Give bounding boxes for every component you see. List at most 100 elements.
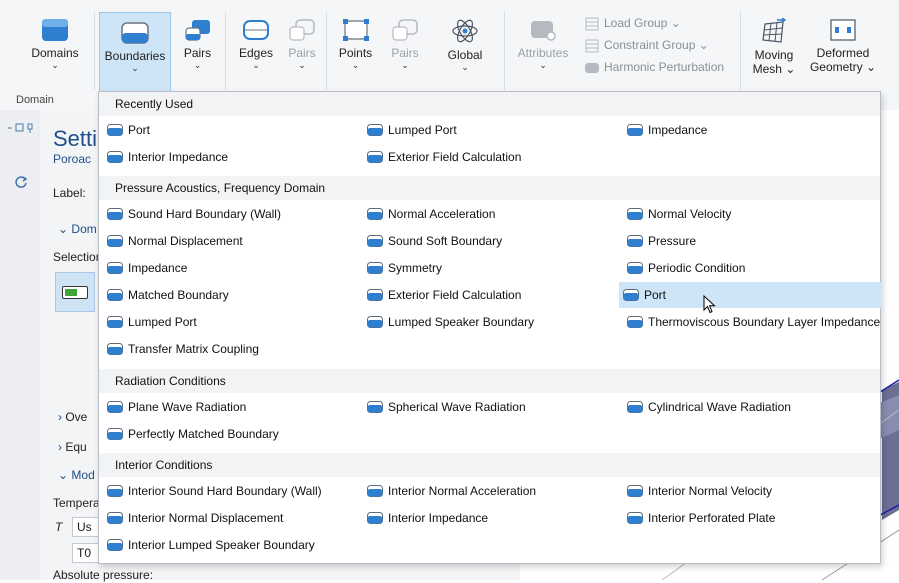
menu-item-interior-normal-acceleration[interactable]: Interior Normal Acceleration xyxy=(363,478,617,504)
chevron-down-icon: ⌄ xyxy=(131,63,139,73)
menu-item-interior-impedance[interactable]: Interior Impedance xyxy=(103,144,357,170)
section-header-label: Interior Conditions xyxy=(115,458,213,472)
menu-item-label: Interior Lumped Speaker Boundary xyxy=(128,538,315,552)
mouse-cursor-icon xyxy=(703,295,716,314)
moving-mesh-button[interactable]: Moving Mesh ⌄ xyxy=(746,10,802,90)
menu-item-label: Periodic Condition xyxy=(648,261,746,275)
menu-item-cylindrical-wave-radiation[interactable]: Cylindrical Wave Radiation xyxy=(623,394,880,420)
deformed-geometry-icon xyxy=(830,19,856,41)
menu-item-label: Exterior Field Calculation xyxy=(388,150,522,164)
menu-item-label: Lumped Port xyxy=(128,315,197,329)
menu-item-normal-displacement[interactable]: Normal Displacement xyxy=(103,228,357,254)
edge-pairs-icon xyxy=(289,19,315,41)
domains-button[interactable]: Domains ⌄ xyxy=(20,10,90,90)
settings-subtitle: Poroac xyxy=(53,152,92,166)
menu-item-interior-normal-velocity[interactable]: Interior Normal Velocity xyxy=(623,478,880,504)
menu-item-lumped-port[interactable]: Lumped Port xyxy=(363,117,617,143)
chevron-right-icon: › xyxy=(58,440,62,454)
menu-item-perfectly-matched-boundary[interactable]: Perfectly Matched Boundary xyxy=(103,421,357,447)
menu-item-exterior-field-calculation[interactable]: Exterior Field Calculation xyxy=(363,282,617,308)
menu-item-interior-sound-hard-boundary-wall[interactable]: Interior Sound Hard Boundary (Wall) xyxy=(103,478,357,504)
deformed-geometry-button[interactable]: Deformed Geometry ⌄ xyxy=(808,10,878,90)
boundary-pairs-button[interactable]: Pairs ⌄ xyxy=(175,10,220,90)
override-section-header[interactable]: › Ove xyxy=(58,410,87,424)
menu-item-normal-acceleration[interactable]: Normal Acceleration xyxy=(363,201,617,227)
chevron-down-icon: ⌄ xyxy=(865,60,877,74)
refresh-icon[interactable] xyxy=(14,175,28,189)
menu-item-plane-wave-radiation[interactable]: Plane Wave Radiation xyxy=(103,394,357,420)
menu-item-impedance[interactable]: Impedance xyxy=(103,255,357,281)
menu-item-label: Interior Normal Acceleration xyxy=(388,484,537,498)
temperature-caption: Tempera xyxy=(53,496,100,510)
domain-section-header[interactable]: ⌄ Dom xyxy=(58,222,97,236)
menu-item-thermoviscous-boundary-layer-impedance[interactable]: Thermoviscous Boundary Layer Impedance xyxy=(623,309,880,335)
equation-section-header[interactable]: › Equ xyxy=(58,440,87,454)
load-group-icon xyxy=(585,17,599,31)
chevron-down-icon: ⌄ xyxy=(51,60,59,70)
chevron-down-icon: ⌄ xyxy=(698,38,709,52)
menu-item-interior-lumped-speaker-boundary[interactable]: Interior Lumped Speaker Boundary xyxy=(103,532,357,558)
menu-item-transfer-matrix-coupling[interactable]: Transfer Matrix Coupling xyxy=(103,336,357,362)
points-icon xyxy=(342,19,369,41)
pairs-label: Pairs xyxy=(288,46,316,60)
load-group-button[interactable]: Load Group ⌄ xyxy=(585,12,735,34)
section-header-pressure-acoustics: Pressure Acoustics, Frequency Domain xyxy=(99,176,880,200)
menu-item-sound-hard-boundary-wall[interactable]: Sound Hard Boundary (Wall) xyxy=(103,201,357,227)
menu-item-label: Sound Soft Boundary xyxy=(388,234,503,248)
menu-item-interior-normal-displacement[interactable]: Interior Normal Displacement xyxy=(103,505,357,531)
global-button[interactable]: Global ⌄ xyxy=(440,10,490,90)
section-header-label: Recently Used xyxy=(115,97,194,111)
boundary-feature-icon xyxy=(367,262,383,274)
boundary-feature-icon xyxy=(627,262,643,274)
boundary-feature-icon xyxy=(367,208,383,220)
boundary-feature-icon xyxy=(107,485,123,497)
menu-item-label: Interior Normal Velocity xyxy=(648,484,773,498)
chevron-down-icon: ⌄ xyxy=(461,62,469,72)
chevron-down-icon: ⌄ xyxy=(298,60,306,70)
group-commands-list: Load Group ⌄ Constraint Group ⌄ Harmonic… xyxy=(585,12,735,78)
pin-icon[interactable] xyxy=(6,122,36,134)
point-pairs-icon xyxy=(392,19,418,41)
model-section-header[interactable]: ⌄ Mod xyxy=(58,468,95,482)
menu-item-symmetry[interactable]: Symmetry xyxy=(363,255,617,281)
menu-item-interior-impedance[interactable]: Interior Impedance xyxy=(363,505,617,531)
edges-button[interactable]: Edges ⌄ xyxy=(232,10,280,90)
global-label: Global xyxy=(447,48,483,62)
attributes-button[interactable]: Attributes ⌄ xyxy=(512,10,574,90)
menu-item-normal-velocity[interactable]: Normal Velocity xyxy=(623,201,880,227)
boundary-feature-icon xyxy=(367,485,383,497)
pairs-label: Pairs xyxy=(183,46,212,60)
menu-item-spherical-wave-radiation[interactable]: Spherical Wave Radiation xyxy=(363,394,617,420)
menu-item-port[interactable]: Port xyxy=(103,117,357,143)
model-label: Mod xyxy=(71,468,95,482)
ribbon-separator xyxy=(740,12,741,90)
points-button[interactable]: Points ⌄ xyxy=(333,10,378,90)
chevron-down-icon: ⌄ xyxy=(58,222,69,236)
points-label: Points xyxy=(338,46,373,60)
boundaries-button[interactable]: Boundaries ⌄ xyxy=(99,12,171,92)
point-pairs-button[interactable]: Pairs ⌄ xyxy=(384,10,426,90)
menu-item-lumped-speaker-boundary[interactable]: Lumped Speaker Boundary xyxy=(363,309,617,335)
menu-item-port[interactable]: Port xyxy=(619,282,881,308)
toggle-icon xyxy=(62,286,88,299)
boundary-pairs-icon xyxy=(184,20,210,41)
ribbon-separator xyxy=(225,12,226,90)
harmonic-perturbation-button[interactable]: Harmonic Perturbation xyxy=(585,56,735,78)
boundary-feature-icon xyxy=(107,124,123,136)
constraint-group-button[interactable]: Constraint Group ⌄ xyxy=(585,34,735,56)
menu-item-pressure[interactable]: Pressure xyxy=(623,228,880,254)
moving-mesh-icon xyxy=(762,18,787,43)
menu-item-sound-soft-boundary[interactable]: Sound Soft Boundary xyxy=(363,228,617,254)
menu-item-interior-perforated-plate[interactable]: Interior Perforated Plate xyxy=(623,505,880,531)
menu-item-exterior-field-calculation[interactable]: Exterior Field Calculation xyxy=(363,144,617,170)
menu-item-lumped-port[interactable]: Lumped Port xyxy=(103,309,357,335)
menu-item-periodic-condition[interactable]: Periodic Condition xyxy=(623,255,880,281)
menu-item-impedance[interactable]: Impedance xyxy=(623,117,880,143)
menu-item-matched-boundary[interactable]: Matched Boundary xyxy=(103,282,357,308)
active-selection-toggle[interactable] xyxy=(55,272,95,312)
menu-item-label: Lumped Speaker Boundary xyxy=(388,315,535,329)
boundary-feature-icon xyxy=(367,235,383,247)
edge-pairs-button[interactable]: Pairs ⌄ xyxy=(282,10,322,90)
section-header-radiation-conditions: Radiation Conditions xyxy=(99,369,880,393)
boundary-feature-icon xyxy=(627,401,643,413)
